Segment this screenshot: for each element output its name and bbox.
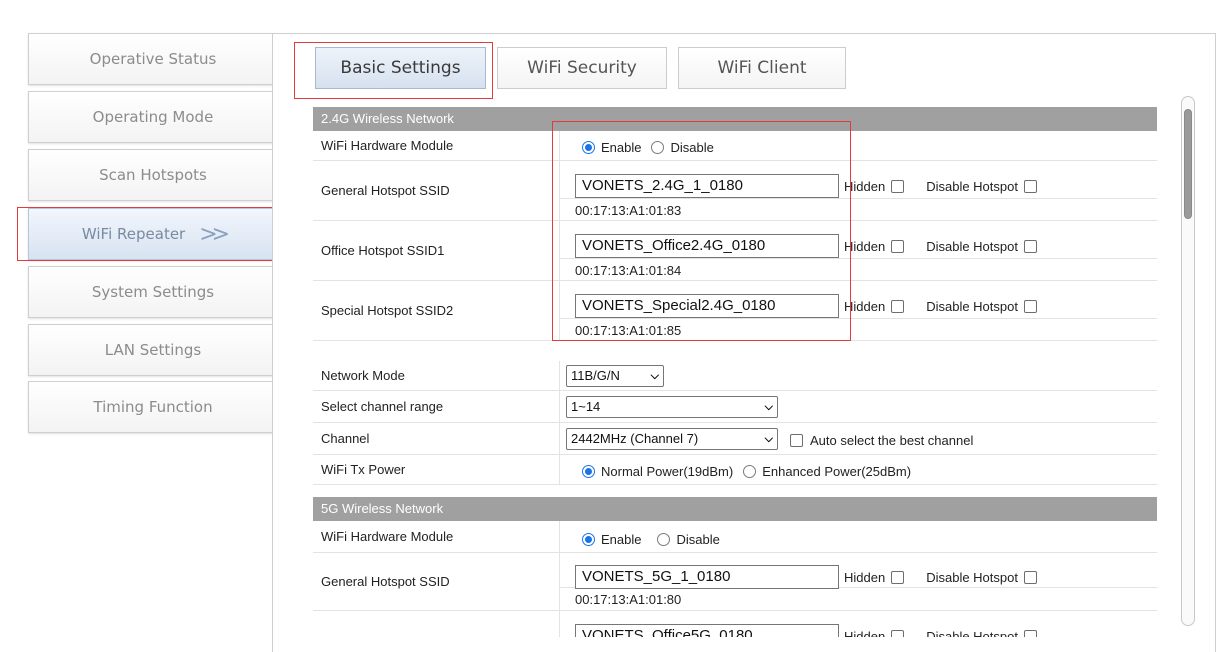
nav-system-settings[interactable]: System Settings xyxy=(28,266,278,318)
disable-radio[interactable] xyxy=(651,141,665,154)
disable-hotspot-label: Disable Hotspot xyxy=(926,239,1018,254)
nav-item-label: System Settings xyxy=(91,283,215,301)
row-label: General Hotspot SSID xyxy=(321,183,450,198)
ssid-input[interactable]: VONETS_5G_1_0180 xyxy=(575,565,839,589)
channel-range-select[interactable]: 1~14 ⌵ xyxy=(566,396,778,418)
nav-operative-status[interactable]: Operative Status xyxy=(28,33,278,85)
hidden-checkbox[interactable] xyxy=(891,240,905,253)
auto-channel-checkbox[interactable] xyxy=(790,434,803,447)
left-nav: Operative Status Operating Mode Scan Hot… xyxy=(0,0,290,652)
row-channel-range: Select channel range 1~14 ⌵ xyxy=(313,391,1157,423)
enable-radio[interactable] xyxy=(582,533,595,546)
disable-radio[interactable] xyxy=(657,533,671,546)
chevron-down-icon: ⌵ xyxy=(764,401,773,413)
auto-channel-label: Auto select the best channel xyxy=(810,433,974,448)
double-chevron-right-icon: >> xyxy=(199,221,230,247)
nav-wifi-repeater[interactable]: WiFi Repeater >> xyxy=(28,208,278,260)
mac-address: 00:17:13:A1:01:80 xyxy=(575,592,682,607)
nav-operating-mode[interactable]: Operating Mode xyxy=(28,91,278,143)
row-hardware-24g: WiFi Hardware Module Enable Disable xyxy=(313,131,1157,161)
section-header-24g: 2.4G Wireless Network xyxy=(313,107,1157,131)
row-ssid-general-5g: General Hotspot SSID VONETS_5G_1_0180 Hi… xyxy=(313,553,1157,611)
tx-enhanced-label: Enhanced Power(25dBm) xyxy=(762,464,912,479)
tab-label: WiFi Security xyxy=(527,58,637,78)
row-ssid-general-24g: General Hotspot SSID VONETS_2.4G_1_0180 … xyxy=(313,161,1157,221)
row-label: Special Hotspot SSID2 xyxy=(321,303,454,318)
row-hardware-5g: WiFi Hardware Module Enable Disable xyxy=(313,521,1157,553)
hidden-checkbox[interactable] xyxy=(891,180,905,193)
mac-address: 00:17:13:A1:01:83 xyxy=(575,203,682,218)
mac-address: 00:17:13:A1:01:84 xyxy=(575,263,682,278)
select-value: 2442MHz (Channel 7) xyxy=(571,431,699,446)
row-label: Channel xyxy=(321,431,370,446)
mac-address: 00:17:13:A1:01:85 xyxy=(575,323,682,338)
tab-label: WiFi Client xyxy=(717,58,807,78)
nav-item-label: LAN Settings xyxy=(104,341,202,359)
ssid-input[interactable]: VONETS_Special2.4G_0180 xyxy=(575,294,839,318)
vertical-scrollbar[interactable] xyxy=(1181,96,1195,626)
tx-normal-radio[interactable] xyxy=(582,465,595,478)
scrollbar-thumb[interactable] xyxy=(1184,109,1192,219)
row-label: WiFi Tx Power xyxy=(321,462,406,477)
row-label: Network Mode xyxy=(321,368,405,383)
disable-label: Disable xyxy=(676,532,720,547)
nav-lan-settings[interactable]: LAN Settings xyxy=(28,324,278,376)
row-label: General Hotspot SSID xyxy=(321,574,450,589)
tx-normal-label: Normal Power(19dBm) xyxy=(601,464,734,479)
hidden-label: Hidden xyxy=(844,239,886,254)
ssid-input[interactable]: VONETS_2.4G_1_0180 xyxy=(575,174,839,198)
select-value: 1~14 xyxy=(571,399,601,414)
row-label: Select channel range xyxy=(321,399,444,414)
row-ssid-office-24g: Office Hotspot SSID1 VONETS_Office2.4G_0… xyxy=(313,221,1157,281)
hidden-checkbox[interactable] xyxy=(891,630,905,637)
hidden-label: Hidden xyxy=(844,570,886,585)
tab-wifi-security[interactable]: WiFi Security xyxy=(497,47,667,89)
disable-hotspot-label: Disable Hotspot xyxy=(926,570,1018,585)
network-mode-select[interactable]: 11B/G/N ⌵ xyxy=(566,365,664,387)
row-network-mode: Network Mode 11B/G/N ⌵ xyxy=(313,361,1157,391)
disable-hotspot-checkbox[interactable] xyxy=(1023,180,1037,193)
nav-item-label: WiFi Repeater xyxy=(81,225,186,243)
disable-hotspot-label: Disable Hotspot xyxy=(926,179,1018,194)
row-tx-power: WiFi Tx Power Normal Power(19dBm) Enhanc… xyxy=(313,455,1157,485)
ssid-input[interactable]: VONETS_Office5G_0180 xyxy=(575,624,839,637)
row-label: WiFi Hardware Module xyxy=(321,529,454,544)
hidden-checkbox[interactable] xyxy=(891,571,905,584)
enable-radio[interactable] xyxy=(582,141,595,154)
disable-hotspot-label: Disable Hotspot xyxy=(926,629,1018,637)
hidden-label: Hidden xyxy=(844,629,886,637)
chevron-down-icon: ⌵ xyxy=(764,433,773,445)
nav-scan-hotspots[interactable]: Scan Hotspots xyxy=(28,149,278,201)
chevron-down-icon: ⌵ xyxy=(650,370,659,382)
tab-wifi-client[interactable]: WiFi Client xyxy=(678,47,846,89)
section-header-5g: 5G Wireless Network xyxy=(313,497,1157,521)
enable-label: Enable xyxy=(601,532,642,547)
hidden-label: Hidden xyxy=(844,179,886,194)
row-label: Office Hotspot SSID1 xyxy=(321,243,445,258)
row-ssid-special-24g: Special Hotspot SSID2 VONETS_Special2.4G… xyxy=(313,281,1157,341)
disable-hotspot-checkbox[interactable] xyxy=(1023,300,1037,313)
row-ssid-office-5g: VONETS_Office5G_0180 Hidden Disable Hots… xyxy=(313,611,1157,637)
channel-select[interactable]: 2442MHz (Channel 7) ⌵ xyxy=(566,428,778,450)
enable-label: Enable xyxy=(601,140,642,155)
select-value: 11B/G/N xyxy=(571,368,620,383)
disable-hotspot-checkbox[interactable] xyxy=(1023,630,1037,637)
disable-label: Disable xyxy=(670,140,714,155)
row-channel: Channel 2442MHz (Channel 7) ⌵ Auto selec… xyxy=(313,423,1157,455)
hidden-label: Hidden xyxy=(844,299,886,314)
tab-label: Basic Settings xyxy=(340,58,461,78)
tx-enhanced-radio[interactable] xyxy=(743,465,757,478)
disable-hotspot-label: Disable Hotspot xyxy=(926,299,1018,314)
disable-hotspot-checkbox[interactable] xyxy=(1023,571,1037,584)
ssid-input[interactable]: VONETS_Office2.4G_0180 xyxy=(575,234,839,258)
nav-item-label: Timing Function xyxy=(93,398,213,416)
nav-item-label: Operative Status xyxy=(89,50,217,68)
tab-basic-settings[interactable]: Basic Settings xyxy=(315,47,486,89)
disable-hotspot-checkbox[interactable] xyxy=(1023,240,1037,253)
nav-item-label: Operating Mode xyxy=(92,108,214,126)
row-label: WiFi Hardware Module xyxy=(321,138,454,153)
nav-timing-function[interactable]: Timing Function xyxy=(28,381,278,433)
nav-item-label: Scan Hotspots xyxy=(99,166,207,184)
hidden-checkbox[interactable] xyxy=(891,300,905,313)
